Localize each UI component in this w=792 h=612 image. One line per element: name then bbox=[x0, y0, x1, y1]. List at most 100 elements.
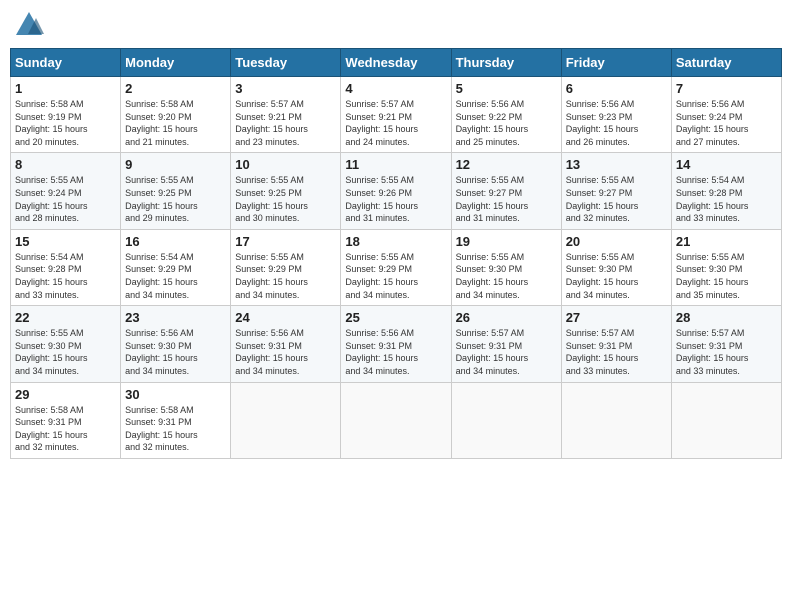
day-info: Sunrise: 5:56 AMSunset: 9:31 PMDaylight:… bbox=[345, 328, 418, 376]
calendar-cell: 17 Sunrise: 5:55 AMSunset: 9:29 PMDayligh… bbox=[231, 229, 341, 305]
day-info: Sunrise: 5:55 AMSunset: 9:27 PMDaylight:… bbox=[456, 175, 529, 223]
calendar-table: SundayMondayTuesdayWednesdayThursdayFrid… bbox=[10, 48, 782, 459]
day-number: 4 bbox=[345, 81, 446, 96]
day-number: 2 bbox=[125, 81, 226, 96]
calendar-cell: 25 Sunrise: 5:56 AMSunset: 9:31 PMDayligh… bbox=[341, 306, 451, 382]
calendar-week-row: 22 Sunrise: 5:55 AMSunset: 9:30 PMDayligh… bbox=[11, 306, 782, 382]
day-number: 23 bbox=[125, 310, 226, 325]
day-number: 26 bbox=[456, 310, 557, 325]
day-info: Sunrise: 5:58 AMSunset: 9:31 PMDaylight:… bbox=[125, 405, 198, 453]
calendar-cell: 13 Sunrise: 5:55 AMSunset: 9:27 PMDayligh… bbox=[561, 153, 671, 229]
calendar-cell: 2 Sunrise: 5:58 AMSunset: 9:20 PMDaylight… bbox=[121, 77, 231, 153]
calendar-cell: 16Sunrise: 5:54 AMSunset: 9:29 PMDayligh… bbox=[121, 229, 231, 305]
day-info: Sunrise: 5:55 AMSunset: 9:30 PMDaylight:… bbox=[566, 252, 639, 300]
day-info: Sunrise: 5:57 AMSunset: 9:31 PMDaylight:… bbox=[456, 328, 529, 376]
day-number: 21 bbox=[676, 234, 777, 249]
day-number: 15 bbox=[15, 234, 116, 249]
day-info: Sunrise: 5:56 AMSunset: 9:23 PMDaylight:… bbox=[566, 99, 639, 147]
day-number: 25 bbox=[345, 310, 446, 325]
calendar-week-row: 1 Sunrise: 5:58 AMSunset: 9:19 PMDaylight… bbox=[11, 77, 782, 153]
calendar-cell bbox=[231, 382, 341, 458]
day-info: Sunrise: 5:54 AMSunset: 9:28 PMDaylight:… bbox=[15, 252, 88, 300]
day-info: Sunrise: 5:54 AMSunset: 9:28 PMDaylight:… bbox=[676, 175, 749, 223]
calendar-cell: 9 Sunrise: 5:55 AMSunset: 9:25 PMDaylight… bbox=[121, 153, 231, 229]
day-number: 13 bbox=[566, 157, 667, 172]
weekday-header-monday: Monday bbox=[121, 49, 231, 77]
calendar-cell: 19 Sunrise: 5:55 AMSunset: 9:30 PMDayligh… bbox=[451, 229, 561, 305]
calendar-cell: 12 Sunrise: 5:55 AMSunset: 9:27 PMDayligh… bbox=[451, 153, 561, 229]
calendar-cell bbox=[561, 382, 671, 458]
calendar-cell: 11 Sunrise: 5:55 AMSunset: 9:26 PMDayligh… bbox=[341, 153, 451, 229]
calendar-cell: 22 Sunrise: 5:55 AMSunset: 9:30 PMDayligh… bbox=[11, 306, 121, 382]
day-info: Sunrise: 5:58 AMSunset: 9:31 PMDaylight:… bbox=[15, 405, 88, 453]
day-info: Sunrise: 5:57 AMSunset: 9:31 PMDaylight:… bbox=[566, 328, 639, 376]
day-number: 12 bbox=[456, 157, 557, 172]
day-info: Sunrise: 5:57 AMSunset: 9:31 PMDaylight:… bbox=[676, 328, 749, 376]
calendar-cell: 26 Sunrise: 5:57 AMSunset: 9:31 PMDayligh… bbox=[451, 306, 561, 382]
logo bbox=[14, 10, 48, 40]
day-info: Sunrise: 5:55 AMSunset: 9:25 PMDaylight:… bbox=[235, 175, 308, 223]
calendar-cell bbox=[451, 382, 561, 458]
weekday-header-saturday: Saturday bbox=[671, 49, 781, 77]
day-info: Sunrise: 5:55 AMSunset: 9:30 PMDaylight:… bbox=[15, 328, 88, 376]
day-info: Sunrise: 5:55 AMSunset: 9:30 PMDaylight:… bbox=[676, 252, 749, 300]
day-number: 11 bbox=[345, 157, 446, 172]
day-number: 29 bbox=[15, 387, 116, 402]
calendar-cell: 3 Sunrise: 5:57 AMSunset: 9:21 PMDaylight… bbox=[231, 77, 341, 153]
day-number: 20 bbox=[566, 234, 667, 249]
day-info: Sunrise: 5:55 AMSunset: 9:30 PMDaylight:… bbox=[456, 252, 529, 300]
day-number: 30 bbox=[125, 387, 226, 402]
day-number: 18 bbox=[345, 234, 446, 249]
day-info: Sunrise: 5:58 AMSunset: 9:20 PMDaylight:… bbox=[125, 99, 198, 147]
day-number: 19 bbox=[456, 234, 557, 249]
weekday-header-friday: Friday bbox=[561, 49, 671, 77]
calendar-cell: 15 Sunrise: 5:54 AMSunset: 9:28 PMDayligh… bbox=[11, 229, 121, 305]
calendar-cell: 6 Sunrise: 5:56 AMSunset: 9:23 PMDaylight… bbox=[561, 77, 671, 153]
day-info: Sunrise: 5:58 AMSunset: 9:19 PMDaylight:… bbox=[15, 99, 88, 147]
calendar-cell: 7Sunrise: 5:56 AMSunset: 9:24 PMDaylight… bbox=[671, 77, 781, 153]
day-info: Sunrise: 5:54 AMSunset: 9:29 PMDaylight:… bbox=[125, 252, 198, 300]
day-info: Sunrise: 5:57 AMSunset: 9:21 PMDaylight:… bbox=[235, 99, 308, 147]
weekday-header-thursday: Thursday bbox=[451, 49, 561, 77]
calendar-cell: 23 Sunrise: 5:56 AMSunset: 9:30 PMDayligh… bbox=[121, 306, 231, 382]
calendar-cell: 5 Sunrise: 5:56 AMSunset: 9:22 PMDaylight… bbox=[451, 77, 561, 153]
calendar-cell: 14 Sunrise: 5:54 AMSunset: 9:28 PMDayligh… bbox=[671, 153, 781, 229]
calendar-cell: 29 Sunrise: 5:58 AMSunset: 9:31 PMDayligh… bbox=[11, 382, 121, 458]
calendar-week-row: 15 Sunrise: 5:54 AMSunset: 9:28 PMDayligh… bbox=[11, 229, 782, 305]
day-number: 9 bbox=[125, 157, 226, 172]
day-info: Sunrise: 5:55 AMSunset: 9:29 PMDaylight:… bbox=[235, 252, 308, 300]
calendar-cell: 10Sunrise: 5:55 AMSunset: 9:25 PMDayligh… bbox=[231, 153, 341, 229]
day-number: 14 bbox=[676, 157, 777, 172]
calendar-cell: 1 Sunrise: 5:58 AMSunset: 9:19 PMDaylight… bbox=[11, 77, 121, 153]
day-number: 3 bbox=[235, 81, 336, 96]
weekday-header-wednesday: Wednesday bbox=[341, 49, 451, 77]
day-number: 17 bbox=[235, 234, 336, 249]
day-number: 28 bbox=[676, 310, 777, 325]
calendar-cell: 27 Sunrise: 5:57 AMSunset: 9:31 PMDayligh… bbox=[561, 306, 671, 382]
day-info: Sunrise: 5:56 AMSunset: 9:22 PMDaylight:… bbox=[456, 99, 529, 147]
day-info: Sunrise: 5:55 AMSunset: 9:24 PMDaylight:… bbox=[15, 175, 88, 223]
day-info: Sunrise: 5:57 AMSunset: 9:21 PMDaylight:… bbox=[345, 99, 418, 147]
weekday-header-tuesday: Tuesday bbox=[231, 49, 341, 77]
page-header bbox=[10, 10, 782, 40]
calendar-cell: 28 Sunrise: 5:57 AMSunset: 9:31 PMDayligh… bbox=[671, 306, 781, 382]
day-number: 8 bbox=[15, 157, 116, 172]
calendar-week-row: 29 Sunrise: 5:58 AMSunset: 9:31 PMDayligh… bbox=[11, 382, 782, 458]
calendar-cell: 30 Sunrise: 5:58 AMSunset: 9:31 PMDayligh… bbox=[121, 382, 231, 458]
day-info: Sunrise: 5:55 AMSunset: 9:27 PMDaylight:… bbox=[566, 175, 639, 223]
day-number: 6 bbox=[566, 81, 667, 96]
day-number: 1 bbox=[15, 81, 116, 96]
day-info: Sunrise: 5:56 AMSunset: 9:31 PMDaylight:… bbox=[235, 328, 308, 376]
day-info: Sunrise: 5:55 AMSunset: 9:25 PMDaylight:… bbox=[125, 175, 198, 223]
day-number: 22 bbox=[15, 310, 116, 325]
day-number: 5 bbox=[456, 81, 557, 96]
day-info: Sunrise: 5:55 AMSunset: 9:26 PMDaylight:… bbox=[345, 175, 418, 223]
calendar-cell: 21 Sunrise: 5:55 AMSunset: 9:30 PMDayligh… bbox=[671, 229, 781, 305]
weekday-header-row: SundayMondayTuesdayWednesdayThursdayFrid… bbox=[11, 49, 782, 77]
day-number: 27 bbox=[566, 310, 667, 325]
calendar-cell: 8 Sunrise: 5:55 AMSunset: 9:24 PMDaylight… bbox=[11, 153, 121, 229]
day-info: Sunrise: 5:56 AMSunset: 9:30 PMDaylight:… bbox=[125, 328, 198, 376]
weekday-header-sunday: Sunday bbox=[11, 49, 121, 77]
calendar-week-row: 8 Sunrise: 5:55 AMSunset: 9:24 PMDaylight… bbox=[11, 153, 782, 229]
logo-icon bbox=[14, 10, 44, 40]
